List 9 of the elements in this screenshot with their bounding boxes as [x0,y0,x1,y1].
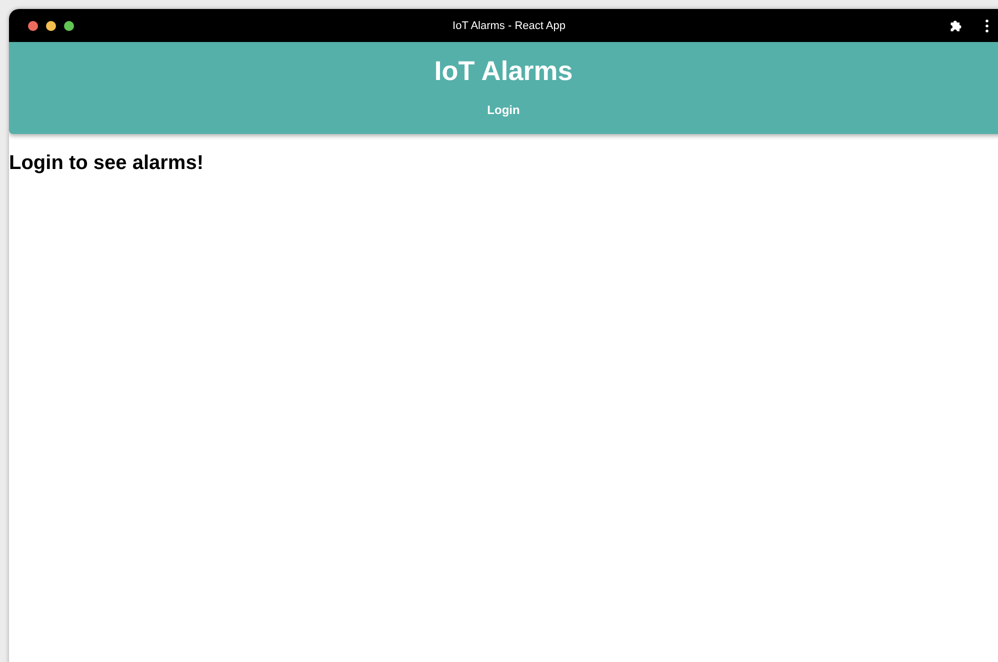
login-link[interactable]: Login [487,103,520,117]
close-button[interactable] [28,20,38,30]
login-message: Login to see alarms! [9,152,204,175]
menu-icon[interactable] [985,18,989,32]
minimize-button[interactable] [46,20,56,30]
puzzle-icon[interactable] [949,18,963,32]
app-title: IoT Alarms [434,56,573,87]
window-title: IoT Alarms - React App [452,20,566,32]
maximize-button[interactable] [64,20,74,30]
